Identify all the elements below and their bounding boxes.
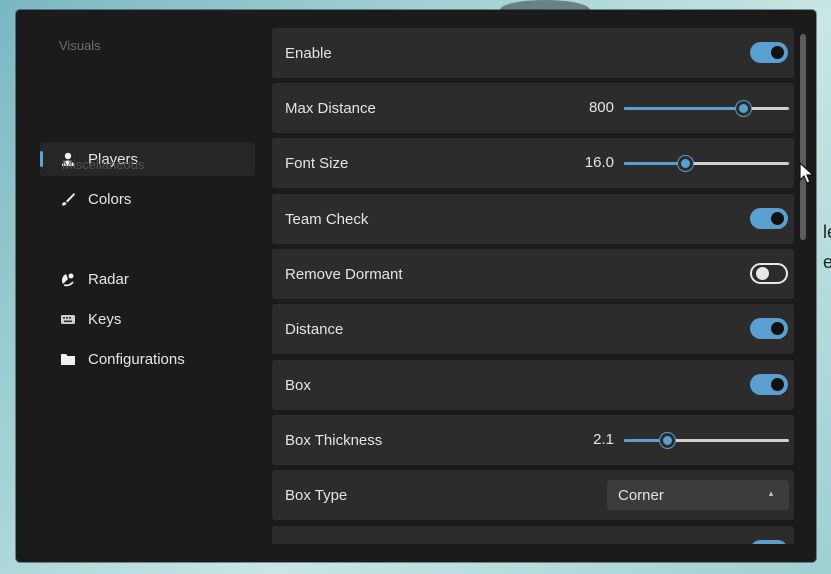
distance-toggle[interactable] [750, 318, 788, 339]
section-label-misc: Miscellaneous [62, 157, 145, 172]
sidebar-item-configurations[interactable]: Configurations [40, 342, 255, 376]
max-distance-slider[interactable] [624, 101, 789, 116]
setting-label: Max Distance [285, 99, 376, 117]
toggle-knob [756, 267, 769, 280]
box-type-dropdown[interactable]: Corner ▲ [607, 480, 789, 510]
active-indicator [40, 151, 43, 167]
sidebar-item-label: Configurations [88, 350, 185, 368]
sidebar-item-radar[interactable]: Radar [40, 262, 255, 296]
setting-row-partial [272, 526, 794, 544]
section-label-visuals: Visuals [59, 38, 101, 53]
slider-fill [624, 107, 743, 110]
setting-row-font-size: Font Size 16.0 [272, 138, 794, 188]
setting-row-max-distance: Max Distance 800 [272, 83, 794, 133]
setting-label: Enable [285, 44, 332, 62]
folder-icon [60, 351, 76, 367]
toggle-knob [771, 322, 784, 335]
remove-dormant-toggle[interactable] [750, 263, 788, 284]
setting-label: Box Type [285, 486, 348, 504]
slider-value: 2.1 [593, 431, 614, 448]
sidebar-item-label: Colors [88, 190, 132, 208]
sidebar-item-colors[interactable]: Colors [40, 182, 255, 216]
setting-row-team-check: Team Check [272, 194, 794, 244]
toggle-knob [771, 46, 784, 59]
background-text: e [823, 252, 831, 272]
slider-value: 16.0 [584, 154, 614, 171]
background-text: le [823, 222, 831, 242]
mouse-cursor-icon [799, 162, 815, 184]
caret-up-icon: ▲ [767, 489, 775, 498]
box-thickness-slider[interactable] [624, 433, 789, 448]
setting-label: Font Size [285, 154, 349, 172]
setting-label: Box [285, 376, 311, 394]
settings-list: Enable Max Distance 800 Font Size 16.0 T… [272, 28, 794, 544]
brush-icon [60, 191, 76, 207]
setting-row-remove-dormant: Remove Dormant [272, 249, 794, 299]
slider-thumb[interactable] [735, 101, 751, 116]
setting-row-enable: Enable [272, 28, 794, 78]
slider-thumb[interactable] [678, 156, 694, 171]
setting-label: Team Check [285, 210, 369, 228]
radar-icon [60, 271, 76, 287]
slider-value: 800 [588, 99, 614, 116]
setting-row-box: Box [272, 360, 794, 410]
box-toggle[interactable] [750, 374, 788, 395]
dropdown-value: Corner [618, 486, 664, 504]
setting-row-distance: Distance [272, 304, 794, 354]
setting-row-box-thickness: Box Thickness 2.1 [272, 415, 794, 465]
setting-label: Box Thickness [285, 431, 383, 449]
sidebar: Visuals Players Miscellaneous Colors Rad… [16, 10, 272, 562]
font-size-slider[interactable] [624, 156, 789, 171]
toggle-knob [771, 378, 784, 391]
scrollbar[interactable] [800, 34, 806, 240]
setting-row-box-type: Box Type Corner ▲ [272, 470, 794, 520]
slider-thumb[interactable] [659, 433, 675, 448]
settings-window: Visuals Players Miscellaneous Colors Rad… [16, 10, 816, 562]
enable-toggle[interactable] [750, 42, 788, 63]
team-check-toggle[interactable] [750, 208, 788, 229]
sidebar-item-label: Radar [88, 270, 129, 288]
sidebar-item-label: Keys [88, 310, 122, 328]
sidebar-item-keys[interactable]: Keys [40, 302, 255, 336]
setting-label: Remove Dormant [285, 265, 403, 283]
toggle-knob [771, 212, 784, 225]
slider-fill [624, 162, 686, 165]
setting-label: Distance [285, 320, 344, 338]
partial-toggle[interactable] [750, 540, 788, 544]
keyboard-icon [60, 311, 76, 327]
